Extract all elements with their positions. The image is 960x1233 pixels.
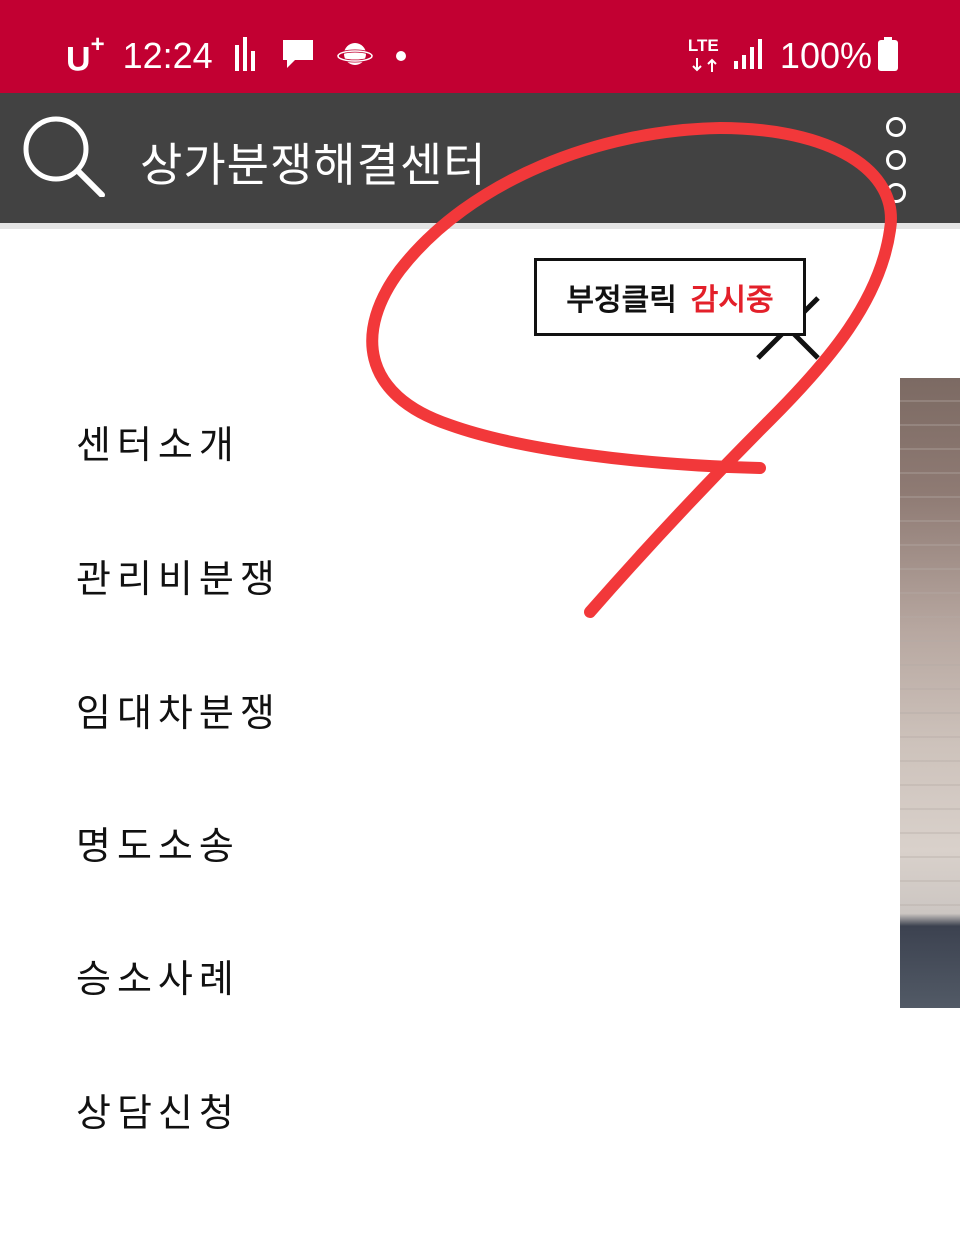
notification-dot-icon — [395, 47, 407, 66]
menu-item-eviction-suit[interactable]: 명도소송 — [76, 815, 240, 870]
menu-item-win-cases[interactable]: 승소사례 — [76, 948, 240, 1003]
menu-item-center-intro[interactable]: 센터소개 — [76, 414, 240, 469]
chat-icon — [281, 38, 315, 74]
carrier-label: U+ — [66, 30, 105, 79]
battery-icon — [878, 37, 898, 75]
fraud-click-badge: 부정클릭 감시중 — [534, 258, 806, 336]
status-bar: U+ 12:24 LTE 100% — [0, 0, 960, 93]
page-title: 상가분쟁해결센터 — [140, 138, 487, 192]
content-photo — [900, 378, 960, 1008]
toolbar-divider — [0, 223, 960, 229]
clock: 12:24 — [122, 35, 213, 76]
more-options-button[interactable] — [880, 113, 916, 209]
app-toolbar: 상가분쟁해결센터 — [0, 93, 960, 223]
signal-bars-icon — [234, 37, 259, 75]
menu-item-management-fee[interactable]: 관리비분쟁 — [76, 548, 281, 603]
lte-icon: LTE — [688, 36, 722, 76]
status-left: U+ 12:24 — [66, 30, 407, 79]
search-icon — [23, 116, 105, 198]
badge-text-black: 부정클릭 — [566, 283, 677, 318]
status-right: LTE 100% — [688, 34, 898, 78]
menu-item-lease-dispute[interactable]: 임대차분쟁 — [76, 682, 281, 737]
cell-signal-icon — [733, 39, 764, 73]
menu-item-consultation[interactable]: 상담신청 — [76, 1082, 240, 1137]
battery-percent: 100% — [779, 35, 872, 76]
planet-icon — [336, 39, 374, 73]
search-button[interactable] — [20, 115, 110, 198]
badge-text-red: 감시중 — [690, 283, 774, 318]
